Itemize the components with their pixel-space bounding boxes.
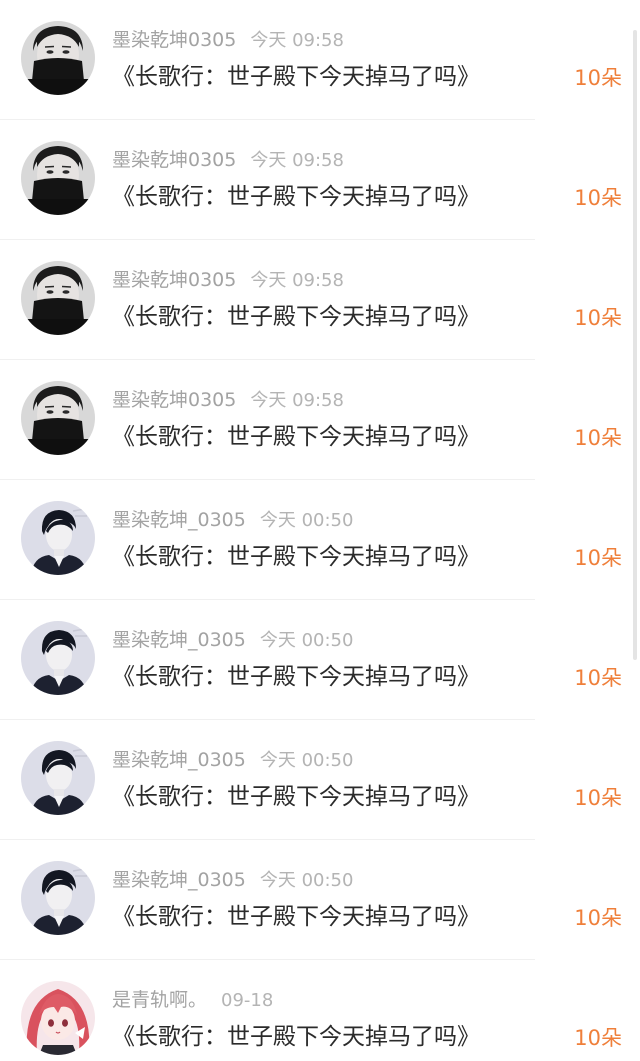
book-title[interactable]: 《长歌行：世子殿下今天掉马了吗》 [112,900,480,934]
suit-man-avatar[interactable] [21,501,95,575]
gift-record-list: 墨染乾坤0305 今天 09:58 《长歌行：世子殿下今天掉马了吗》 10朵 墨染… [0,0,640,1061]
book-title[interactable]: 《长歌行：世子殿下今天掉马了吗》 [112,540,480,574]
masked-man-avatar[interactable] [21,21,95,95]
gift-amount: 10朵 [574,306,622,330]
masked-man-avatar[interactable] [21,141,95,215]
book-title[interactable]: 《长歌行：世子殿下今天掉马了吗》 [112,780,480,814]
masked-man-avatar-image [21,381,95,455]
gift-amount: 10朵 [574,1026,622,1050]
masked-man-avatar[interactable] [21,381,95,455]
book-title[interactable]: 《长歌行：世子殿下今天掉马了吗》 [112,420,480,454]
book-title[interactable]: 《长歌行：世子殿下今天掉马了吗》 [112,60,480,94]
timestamp: 今天 00:50 [259,510,354,531]
suit-man-avatar[interactable] [21,741,95,815]
anime-girl-avatar-image [21,981,95,1055]
row-meta: 墨染乾坤0305 今天 09:58 [112,147,344,173]
list-item[interactable]: 墨染乾坤0305 今天 09:58 《长歌行：世子殿下今天掉马了吗》 10朵 [0,360,640,480]
book-title[interactable]: 《长歌行：世子殿下今天掉马了吗》 [112,1020,480,1054]
book-title[interactable]: 《长歌行：世子殿下今天掉马了吗》 [112,660,480,694]
masked-man-avatar-image [21,141,95,215]
username[interactable]: 是青轨啊。 [112,989,207,1011]
book-title[interactable]: 《长歌行：世子殿下今天掉马了吗》 [112,180,480,214]
gift-amount: 10朵 [574,786,622,810]
list-item[interactable]: 是青轨啊。 09-18 《长歌行：世子殿下今天掉马了吗》 10朵 [0,960,640,1061]
username[interactable]: 墨染乾坤0305 [112,269,236,291]
list-item[interactable]: 墨染乾坤_0305 今天 00:50 《长歌行：世子殿下今天掉马了吗》 10朵 [0,480,640,600]
row-meta: 是青轨啊。 09-18 [112,987,273,1013]
username[interactable]: 墨染乾坤_0305 [112,509,246,531]
suit-man-avatar-image [21,741,95,815]
username[interactable]: 墨染乾坤0305 [112,149,236,171]
list-item[interactable]: 墨染乾坤_0305 今天 00:50 《长歌行：世子殿下今天掉马了吗》 10朵 [0,600,640,720]
gift-amount: 10朵 [574,426,622,450]
row-meta: 墨染乾坤_0305 今天 00:50 [112,747,353,773]
timestamp: 今天 00:50 [259,870,354,891]
timestamp: 今天 00:50 [259,750,354,771]
row-meta: 墨染乾坤0305 今天 09:58 [112,387,344,413]
timestamp: 今天 09:58 [250,270,344,291]
timestamp: 今天 09:58 [250,390,344,411]
timestamp: 今天 09:58 [250,150,344,171]
scrollbar[interactable] [633,30,637,660]
row-meta: 墨染乾坤0305 今天 09:58 [112,267,344,293]
gift-amount: 10朵 [574,66,622,90]
book-title[interactable]: 《长歌行：世子殿下今天掉马了吗》 [112,300,480,334]
row-meta: 墨染乾坤0305 今天 09:58 [112,27,344,53]
username[interactable]: 墨染乾坤0305 [112,389,236,411]
username[interactable]: 墨染乾坤_0305 [112,749,246,771]
username[interactable]: 墨染乾坤_0305 [112,869,246,891]
list-item[interactable]: 墨染乾坤0305 今天 09:58 《长歌行：世子殿下今天掉马了吗》 10朵 [0,240,640,360]
suit-man-avatar-image [21,501,95,575]
masked-man-avatar[interactable] [21,261,95,335]
gift-amount: 10朵 [574,546,622,570]
timestamp: 今天 00:50 [259,630,354,651]
row-meta: 墨染乾坤_0305 今天 00:50 [112,867,353,893]
list-item[interactable]: 墨染乾坤_0305 今天 00:50 《长歌行：世子殿下今天掉马了吗》 10朵 [0,720,640,840]
suit-man-avatar[interactable] [21,621,95,695]
list-item[interactable]: 墨染乾坤_0305 今天 00:50 《长歌行：世子殿下今天掉马了吗》 10朵 [0,840,640,960]
suit-man-avatar-image [21,621,95,695]
anime-girl-avatar[interactable] [21,981,95,1055]
masked-man-avatar-image [21,21,95,95]
masked-man-avatar-image [21,261,95,335]
list-item[interactable]: 墨染乾坤0305 今天 09:58 《长歌行：世子殿下今天掉马了吗》 10朵 [0,120,640,240]
suit-man-avatar[interactable] [21,861,95,935]
gift-amount: 10朵 [574,186,622,210]
timestamp: 今天 09:58 [250,30,344,51]
list-item[interactable]: 墨染乾坤0305 今天 09:58 《长歌行：世子殿下今天掉马了吗》 10朵 [0,0,640,120]
row-meta: 墨染乾坤_0305 今天 00:50 [112,507,353,533]
username[interactable]: 墨染乾坤0305 [112,29,236,51]
timestamp: 09-18 [221,990,274,1011]
gift-amount: 10朵 [574,906,622,930]
row-meta: 墨染乾坤_0305 今天 00:50 [112,627,353,653]
username[interactable]: 墨染乾坤_0305 [112,629,246,651]
suit-man-avatar-image [21,861,95,935]
gift-amount: 10朵 [574,666,622,690]
